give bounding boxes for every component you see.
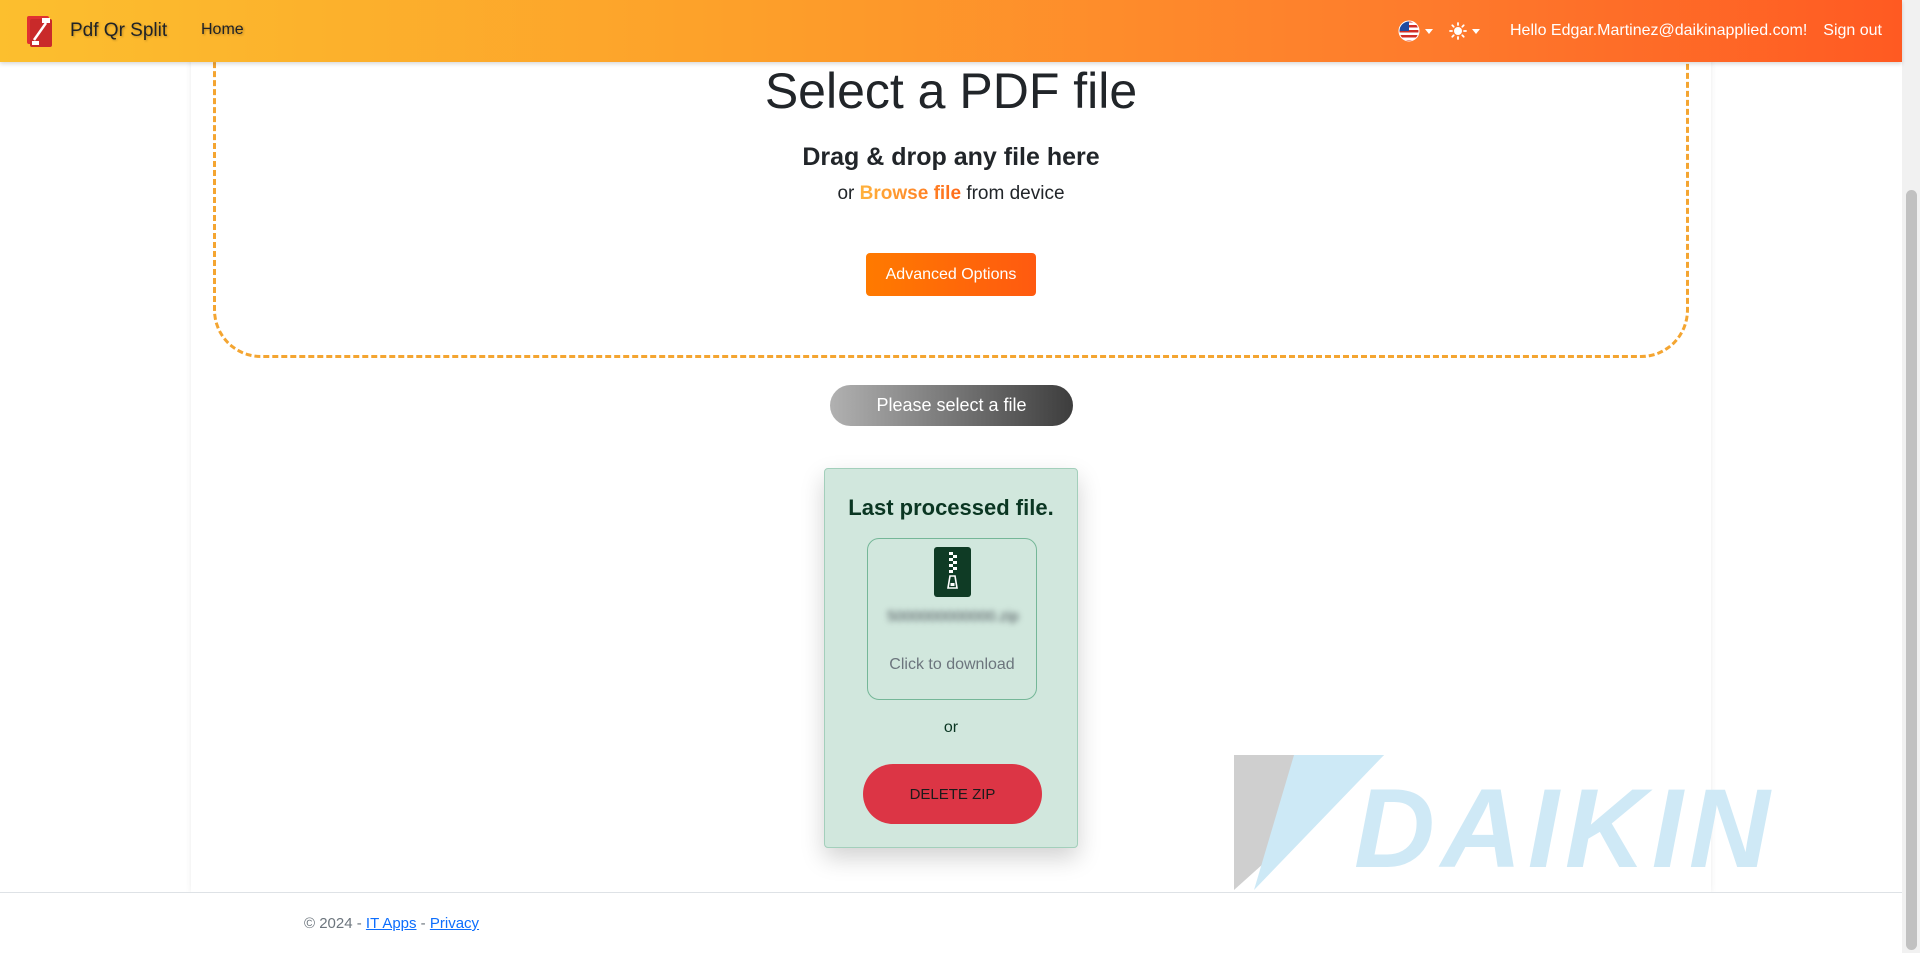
it-apps-link[interactable]: IT Apps: [366, 915, 417, 932]
sign-out-link[interactable]: Sign out: [1823, 22, 1882, 40]
pdf-split-logo-icon: [24, 14, 54, 48]
brand-name: Pdf Qr Split: [70, 20, 168, 41]
svg-text:DAIKIN: DAIKIN: [1354, 766, 1776, 890]
file-name: 5000000000000.zip: [887, 608, 1019, 625]
or-label: or: [837, 183, 855, 204]
dropzone-browse-line: or Browse file from device: [0, 183, 1902, 205]
advanced-options-button[interactable]: Advanced Options: [866, 253, 1036, 296]
dropzone-subtitle: Drag & drop any file here: [802, 143, 1100, 171]
nav-right-group: Hello Edgar.Martinez@daikinapplied.com! …: [1398, 0, 1882, 62]
browse-file-link[interactable]: Browse file: [860, 183, 961, 204]
from-device-label: from device: [966, 183, 1065, 204]
delete-zip-button[interactable]: DELETE ZIP: [863, 764, 1042, 824]
or-separator: or: [943, 719, 959, 736]
us-flag-icon: [1398, 20, 1420, 42]
footer-text: © 2024 - IT Apps - Privacy: [304, 915, 479, 932]
user-greeting: Hello Edgar.Martinez@daikinapplied.com!: [1510, 22, 1808, 39]
top-navbar: Pdf Qr Split Home Hello Edgar.Martinez@d…: [0, 0, 1902, 62]
copyright-text: © 2024 -: [304, 915, 366, 932]
daikin-logo-watermark: DAIKIN: [1234, 755, 1776, 890]
last-processed-title: Last processed file.: [848, 495, 1054, 520]
page-scrollbar[interactable]: [1902, 0, 1920, 953]
footer-separator: -: [416, 915, 430, 932]
click-to-download-label: Click to download: [889, 656, 1015, 673]
zip-file-icon: [934, 547, 971, 597]
chevron-down-icon: [1472, 28, 1480, 34]
scrollbar-thumb[interactable]: [1906, 190, 1917, 950]
last-processed-card: Last processed file. 5000000000000.zip C…: [824, 468, 1078, 848]
theme-dropdown[interactable]: [1449, 22, 1480, 40]
sun-icon: [1449, 22, 1467, 40]
chevron-down-icon: [1425, 28, 1433, 34]
language-dropdown[interactable]: [1398, 20, 1433, 42]
footer: © 2024 - IT Apps - Privacy: [0, 892, 1902, 954]
select-file-status-button[interactable]: Please select a file: [830, 385, 1073, 426]
nav-home-link[interactable]: Home: [201, 21, 244, 39]
brand-link[interactable]: Pdf Qr Split: [24, 14, 167, 48]
page-title: Select a PDF file: [764, 63, 1138, 119]
privacy-link[interactable]: Privacy: [430, 915, 479, 932]
download-file-tile[interactable]: 5000000000000.zip Click to download: [867, 538, 1037, 700]
